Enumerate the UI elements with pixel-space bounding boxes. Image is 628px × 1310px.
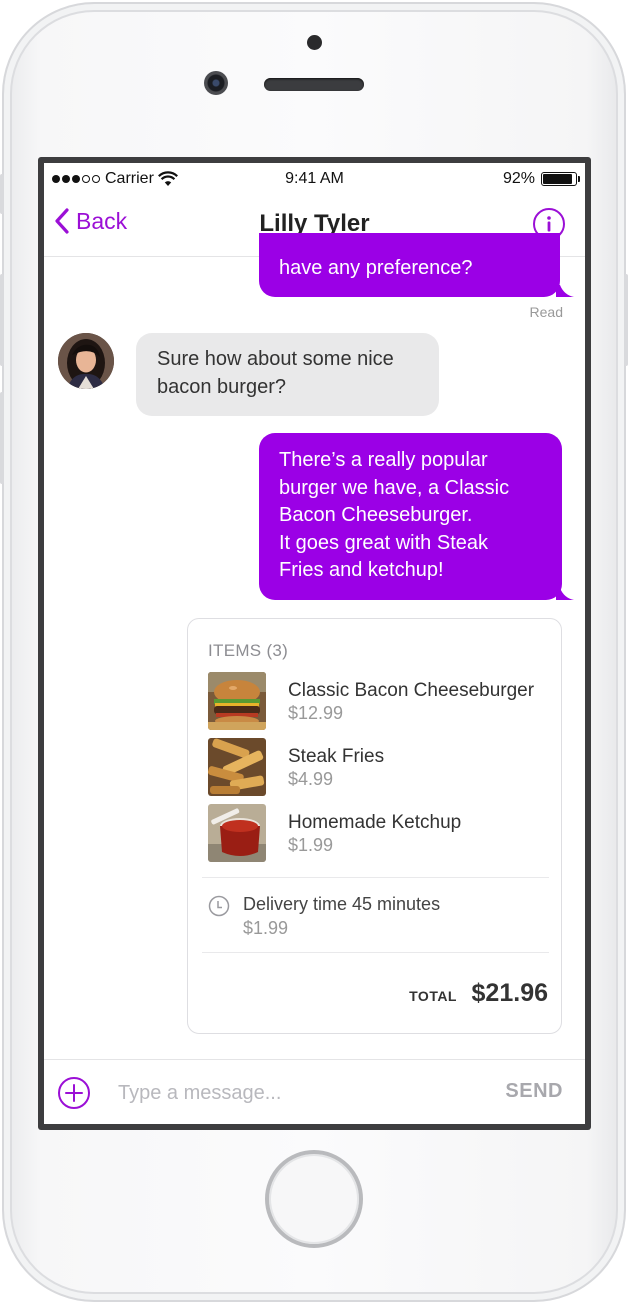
battery-percent: 92%: [502, 170, 535, 187]
item-name: Homemade Ketchup: [288, 812, 462, 833]
items-header: ITEMS (3): [208, 641, 289, 660]
message-line: Sure how about some nice: [157, 348, 394, 370]
fries-image: [208, 738, 266, 796]
message-line: bacon burger?: [157, 375, 286, 398]
order-summary-card[interactable]: ITEMS (3) Classic Bacon Cheeseburger $12: [187, 618, 562, 1034]
total-label: TOTAL: [409, 988, 457, 1004]
divider: [202, 952, 549, 953]
status-bar: Carrier 9:41 AM 92%: [44, 163, 585, 197]
order-item[interactable]: Steak Fries $4.99: [208, 738, 548, 796]
chat-screen: Carrier 9:41 AM 92% Back Lilly Tyler hav…: [44, 163, 585, 1124]
battery-level-fill: [543, 174, 573, 184]
send-button[interactable]: SEND: [505, 1080, 563, 1103]
volume-down-button: [0, 392, 4, 484]
item-name: Steak Fries: [288, 746, 385, 767]
incoming-message-bubble: Sure how about some nice bacon burger?: [136, 333, 439, 416]
message-line: It goes great with Steak: [279, 531, 489, 554]
bubble-tail: [556, 588, 574, 600]
divider: [202, 877, 549, 878]
home-button[interactable]: [265, 1150, 363, 1248]
volume-up-button: [0, 274, 4, 366]
clock-icon: [208, 895, 230, 917]
message-line: Bacon Cheeseburger.: [279, 504, 473, 526]
delivery-price: $1.99: [243, 918, 289, 938]
message-line: Fries and ketchup!: [279, 559, 444, 581]
message-line: There’s a really popular: [279, 449, 488, 471]
item-price: $1.99: [288, 835, 334, 855]
total-amount: $21.96: [471, 979, 548, 1007]
bubble-tail: [556, 285, 574, 297]
item-price: $4.99: [288, 769, 334, 789]
battery-icon: [541, 172, 580, 186]
mute-switch: [0, 174, 4, 214]
outgoing-message-bubble: have any preference?: [259, 233, 560, 297]
proximity-sensor: [307, 35, 322, 50]
add-attachment-button[interactable]: [58, 1077, 90, 1109]
message-input[interactable]: [118, 1077, 478, 1109]
front-camera-icon: [204, 71, 228, 95]
message-composer: SEND: [44, 1059, 585, 1124]
avatar: [58, 333, 114, 389]
read-receipt: Read: [529, 304, 563, 320]
contact-photo: [58, 333, 114, 389]
order-item[interactable]: Homemade Ketchup $1.99: [208, 804, 548, 862]
message-text: have any preference?: [279, 257, 473, 279]
status-right: 92%: [502, 170, 580, 188]
item-price: $12.99: [288, 703, 344, 723]
ketchup-image: [208, 804, 266, 862]
plus-circle-icon: [65, 1084, 83, 1102]
earpiece-speaker: [264, 78, 364, 91]
outgoing-message-bubble: There’s a really popular burger we have,…: [259, 433, 562, 600]
order-item[interactable]: Classic Bacon Cheeseburger $12.99: [208, 672, 548, 730]
item-name: Classic Bacon Cheeseburger: [288, 680, 535, 701]
burger-image: [208, 672, 266, 730]
delivery-time: Delivery time 45 minutes: [243, 894, 441, 914]
power-button: [624, 274, 628, 366]
message-line: burger we have, a Classic: [279, 476, 510, 499]
